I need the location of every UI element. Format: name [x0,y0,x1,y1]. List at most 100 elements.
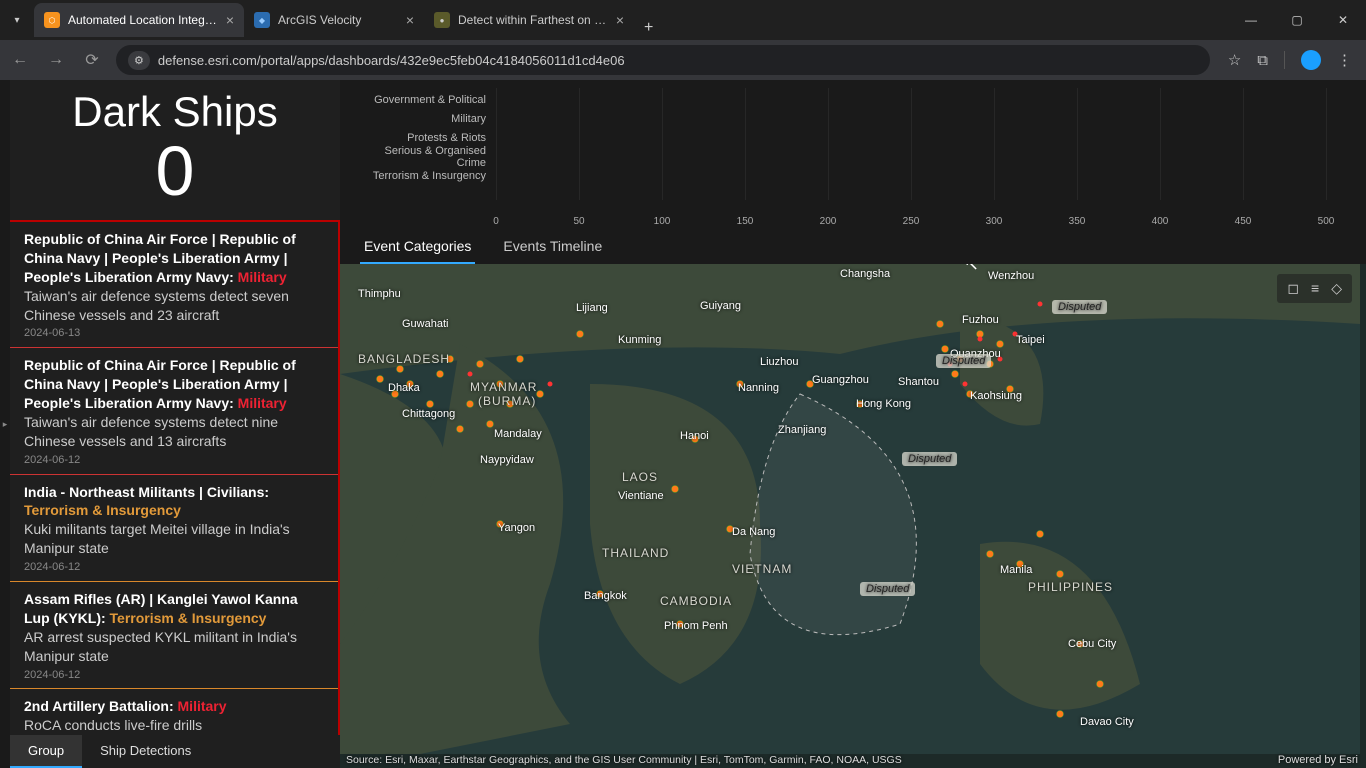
indicator-panel: Dark Ships 0 [10,80,340,220]
close-window-button[interactable]: ✕ [1320,0,1366,40]
map-label: Mandalay [494,428,542,440]
map-label: Thimphu [358,288,401,300]
map-label: Zhanjiang [778,424,826,436]
map[interactable]: BANGLADESHMYANMAR(BURMA)LAOSTHAILANDVIET… [340,264,1366,768]
map-label: Yangon [498,522,535,534]
map-label: Bangkok [584,590,627,602]
separator [1284,51,1285,69]
map-label: (BURMA) [478,394,536,408]
panel-expand-handle[interactable]: ▸ [0,80,10,768]
tab-strip: ⬡ Automated Location Integration × ◆ Arc… [34,3,663,37]
map-label: Hong Kong [856,398,911,410]
profile-button[interactable] [1301,50,1321,70]
map-label: Hanoi [680,430,709,442]
chart-category-label: Serious & Organised Crime [354,145,494,169]
tab-title: ArcGIS Velocity [278,13,398,27]
feed-item[interactable]: Republic of China Air Force | Republic o… [10,348,338,474]
map-label: Guwahati [402,318,448,330]
map-label: Taipei [1016,334,1045,346]
map-label: MYANMAR [470,380,537,394]
indicator-value: 0 [10,136,340,216]
bookmark-icon[interactable]: ☆ [1228,51,1241,69]
map-tools: ◻ ≡ ◇ [1277,274,1352,303]
chart-grid [496,88,1326,200]
map-label: Guiyang [700,300,741,312]
chart-category-label: Government & Political [354,94,494,106]
close-icon[interactable]: × [616,12,624,28]
feed-item[interactable]: 2nd Artillery Battalion: MilitaryRoCA co… [10,689,338,735]
map-label: Kunming [618,334,661,346]
browser-titlebar: ▾ ⬡ Automated Location Integration × ◆ A… [0,0,1366,40]
map-label: Shantou [898,376,939,388]
event-feed[interactable]: Republic of China Air Force | Republic o… [10,220,340,735]
map-label: Fuzhou [962,314,999,326]
map-label: Manila [1000,564,1032,576]
feed-item[interactable]: Republic of China Air Force | Republic o… [10,222,338,348]
map-powered-by: Powered by Esri [1278,754,1358,766]
map-label: CAMBODIA [660,594,732,608]
tab-title: Detect within Farthest on Circle [458,13,608,27]
feed-item[interactable]: Assam Rifles (AR) | Kanglei Yawol Kanna … [10,582,338,689]
tab-events-timeline[interactable]: Events Timeline [499,230,606,264]
site-info-icon[interactable]: ⚙ [128,51,150,70]
map-label: Changsha [840,268,890,280]
tab-1[interactable]: ⬡ Automated Location Integration × [34,3,244,37]
tab-event-categories[interactable]: Event Categories [360,230,475,264]
chart-tabs: Event Categories Events Timeline [340,226,1366,264]
feed-tabs: Group Ship Detections [10,735,340,768]
map-canvas [340,264,1360,754]
map-label: THAILAND [602,546,669,560]
back-button[interactable]: ← [8,51,32,69]
map-label: Phnom Penh [664,620,728,632]
dashboard: ▸ Dark Ships 0 Republic of China Air For… [0,80,1366,768]
layers-icon[interactable]: ◇ [1331,280,1342,297]
map-label: Nanning [738,382,779,394]
extensions-icon[interactable]: ⧉ [1257,52,1268,69]
map-label: Lijiang [576,302,608,314]
right-panel: Government & Political Military Protests &… [340,80,1366,768]
maximize-button[interactable]: ▢ [1274,0,1320,40]
map-label: Chittagong [402,408,455,420]
window-controls: — ▢ ✕ [1228,0,1366,40]
tab-2[interactable]: ◆ ArcGIS Velocity × [244,3,424,37]
left-panel: Dark Ships 0 Republic of China Air Force… [10,80,340,768]
map-label: Wenzhou [988,270,1034,282]
map-label: BANGLADESH [358,352,450,366]
map-label: Dhaka [388,382,420,394]
category-chart[interactable]: Government & Political Military Protests &… [340,80,1366,226]
map-label: Disputed [1052,300,1107,314]
map-label: Davao City [1080,716,1134,728]
tab-title: Automated Location Integration [68,13,218,27]
forward-button[interactable]: → [44,51,68,69]
map-label: Cebu City [1068,638,1116,650]
map-label: PHILIPPINES [1028,580,1113,594]
menu-button[interactable]: ⋮ [1337,51,1352,69]
chart-category-label: Terrorism & Insurgency [354,170,494,182]
map-label: Liuzhou [760,356,799,368]
map-label: Disputed [860,582,915,596]
new-tab-button[interactable]: + [634,19,663,37]
reload-button[interactable]: ⟳ [80,50,104,70]
map-label: Da Nang [732,526,775,538]
chart-category-label: Military [354,113,494,125]
tab-list-button[interactable]: ▾ [0,15,34,26]
bookmark-map-icon[interactable]: ◻ [1287,280,1299,297]
feed-tab-ship-detections[interactable]: Ship Detections [82,735,209,768]
favicon-icon: ◆ [254,12,270,28]
feed-tab-group[interactable]: Group [10,735,82,768]
favicon-icon: ● [434,12,450,28]
chart-category-label: Protests & Riots [354,132,494,144]
close-icon[interactable]: × [226,12,234,28]
map-attribution: Source: Esri, Maxar, Earthstar Geographi… [346,754,902,766]
map-label: Disputed [902,452,957,466]
map-label: Naypyidaw [480,454,534,466]
tab-3[interactable]: ● Detect within Farthest on Circle × [424,3,634,37]
url-text: defense.esri.com/portal/apps/dashboards/… [158,53,625,68]
address-bar[interactable]: ⚙ defense.esri.com/portal/apps/dashboard… [116,45,1210,75]
close-icon[interactable]: × [406,12,414,28]
legend-icon[interactable]: ≡ [1311,280,1319,297]
map-label: Vientiane [618,490,664,502]
feed-item[interactable]: India - Northeast Militants | Civilians:… [10,475,338,582]
indicator-title: Dark Ships [10,88,340,136]
minimize-button[interactable]: — [1228,0,1274,40]
